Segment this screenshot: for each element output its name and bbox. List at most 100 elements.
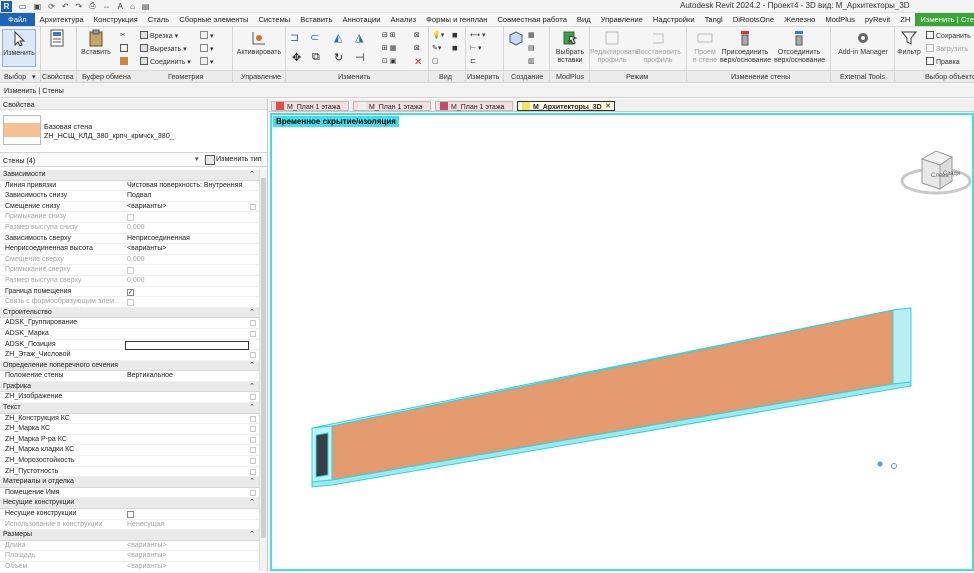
associate-parameter-icon[interactable] xyxy=(250,489,256,496)
activate-button[interactable]: Активировать xyxy=(236,29,282,57)
match-icon-btn[interactable] xyxy=(120,57,130,66)
ribbon-tab[interactable]: Формы и генплан xyxy=(421,13,492,26)
open-icon[interactable]: ▭ xyxy=(19,2,27,11)
array-icon[interactable]: ⊞ ▦ xyxy=(382,44,396,52)
associate-parameter-icon[interactable] xyxy=(250,458,256,465)
dimension-tool[interactable]: ⊢ ▾ xyxy=(470,44,482,52)
properties-button[interactable] xyxy=(42,29,72,49)
view-cube[interactable]: Слева Сзади xyxy=(900,150,972,195)
home-icon[interactable]: ⌂ xyxy=(130,2,135,11)
view-tab[interactable]: М_План 1 этажа xyxy=(353,101,431,111)
copy-element-icon[interactable]: ⧉ xyxy=(312,51,320,64)
property-group-header[interactable]: Строительство ⌃ xyxy=(0,307,259,319)
ribbon-tab[interactable]: Анализ xyxy=(385,13,421,26)
property-checkbox[interactable]: ✓ xyxy=(127,288,134,296)
property-checkbox[interactable] xyxy=(127,511,134,518)
instance-filter[interactable]: Стены (4) ▾ Изменить тип xyxy=(0,153,267,167)
close-icon[interactable]: ✕ xyxy=(605,102,611,112)
view-tab[interactable]: М_План 1 этажа xyxy=(271,101,349,111)
3d-viewport[interactable]: Временное скрытие/изоляция Слева Сзади xyxy=(270,113,974,571)
ribbon-tab[interactable]: Вид xyxy=(572,13,596,26)
ribbon-tab[interactable]: Tangl xyxy=(700,13,728,26)
hide-icon[interactable]: 💡▾ xyxy=(432,31,444,39)
switch-windows-icon[interactable]: ▤ xyxy=(142,2,150,11)
associate-parameter-icon[interactable] xyxy=(250,203,256,210)
ribbon-tab[interactable]: Железно xyxy=(779,13,820,26)
associate-parameter-icon[interactable] xyxy=(250,426,256,433)
ribbon-tab[interactable]: ModPlus xyxy=(820,13,860,26)
properties-scrollbar[interactable] xyxy=(259,170,267,571)
ribbon-tab[interactable]: Системы xyxy=(253,13,295,26)
view-extra-2[interactable]: ◼ xyxy=(452,44,458,52)
create-assembly-button[interactable] xyxy=(506,29,526,49)
edit-type-button[interactable]: Изменить тип xyxy=(205,154,262,165)
reset-profile-button[interactable]: Восстановить профиль xyxy=(636,29,681,65)
associate-parameter-icon[interactable] xyxy=(250,394,256,401)
save-icon[interactable]: ▣ xyxy=(34,2,42,11)
ribbon-tab[interactable]: DiRootsOne xyxy=(728,13,779,26)
move-icon[interactable]: ✥ xyxy=(292,51,301,64)
collapse-icon[interactable]: ⌃ xyxy=(249,361,255,371)
panel-select[interactable]: Выбор xyxy=(4,72,26,81)
collapse-icon[interactable]: ⌃ xyxy=(249,498,255,508)
geometry-extra-3[interactable]: ▾ xyxy=(200,57,214,66)
cut-geometry-tool[interactable]: Вырезать ▾ xyxy=(140,44,187,53)
rotate-icon[interactable]: ↻ xyxy=(334,51,343,64)
ribbon-tab[interactable]: Надстройки xyxy=(648,13,700,26)
revit-logo-icon[interactable]: R xyxy=(1,0,12,12)
cope-button[interactable]: ✂ xyxy=(120,31,130,39)
load-selection-button[interactable]: Загрузить xyxy=(926,44,968,53)
wall-selection[interactable] xyxy=(311,307,912,488)
associate-parameter-icon[interactable] xyxy=(250,352,256,359)
cope-tool[interactable]: Врезка ▾ xyxy=(140,31,178,40)
property-checkbox[interactable] xyxy=(127,214,134,222)
mirror-icon[interactable]: ◭ xyxy=(334,31,342,44)
ribbon-tab[interactable]: Архитектура xyxy=(35,13,89,26)
geometry-extra-2[interactable]: ▾ xyxy=(200,44,214,53)
text-icon[interactable]: A xyxy=(118,2,123,11)
align-icon[interactable]: ⊐ xyxy=(290,31,299,44)
ribbon-tab[interactable]: Вставить xyxy=(295,13,337,26)
view-tab[interactable]: М_Архитекторы_3D ✕ xyxy=(517,101,615,111)
view-tab[interactable]: М_План 1 этажа xyxy=(435,101,513,111)
trim-icon[interactable]: ⊣ xyxy=(355,51,365,64)
associate-parameter-icon[interactable] xyxy=(250,436,256,443)
ribbon-tab[interactable]: Аннотации xyxy=(337,13,385,26)
property-group-header[interactable]: Определение поперечного сечения ⌃ xyxy=(0,360,259,372)
measure-icon[interactable]: ⇔ xyxy=(103,2,111,11)
undo-icon[interactable]: ↶ xyxy=(62,2,69,11)
ribbon-tab[interactable]: Конструкция xyxy=(89,13,143,26)
override-icon[interactable]: ✎▾ xyxy=(432,44,441,52)
edit-selection-button[interactable]: Правка xyxy=(926,57,960,66)
paste-button[interactable]: Вставить xyxy=(80,29,112,57)
redo-icon[interactable]: ↷ xyxy=(76,2,83,11)
offset-icon[interactable]: ⊂ xyxy=(310,31,319,44)
ribbon-tab[interactable]: pyRevit xyxy=(860,13,895,26)
collapse-icon[interactable]: ⌃ xyxy=(249,530,255,540)
ribbon-tab[interactable]: Файл xyxy=(0,13,35,26)
property-group-header[interactable]: Размеры ⌃ xyxy=(0,530,259,541)
select-inserts-button[interactable]: Выбрать вставки xyxy=(553,29,587,65)
type-selector[interactable]: Базовая стена ZH_НСЩ_КЛД_380_крпч_крмчск… xyxy=(0,110,267,153)
select-box-icon[interactable]: ▢ xyxy=(432,57,439,65)
view-extra-1[interactable]: ◼ xyxy=(452,31,458,39)
collapse-icon[interactable]: ⌃ xyxy=(249,170,255,180)
property-value[interactable]: Чистовая поверхность: Внутренняя xyxy=(127,181,251,191)
edit-profile-button[interactable]: Редактировать профиль xyxy=(590,29,638,65)
nav-dot-icon[interactable] xyxy=(891,463,897,469)
sync-icon[interactable]: ⟳ xyxy=(48,2,55,11)
ribbon-tab[interactable]: Сборные элементы xyxy=(174,13,253,26)
property-group-header[interactable]: Несущие конструкции ⌃ xyxy=(0,498,259,509)
wall-opening-button[interactable]: Проем в стене xyxy=(690,29,720,65)
property-value-input[interactable] xyxy=(125,340,249,350)
pin-icon[interactable]: ⊠ xyxy=(414,31,420,39)
nav-dot-icon[interactable] xyxy=(877,461,883,467)
copy-icon-btn[interactable] xyxy=(120,44,130,53)
attach-top-base-button[interactable]: Присоединить верх/основание xyxy=(720,29,771,65)
collapse-icon[interactable]: ⌃ xyxy=(249,477,255,487)
ribbon-tab[interactable]: Управление xyxy=(596,13,648,26)
create-similar-icon[interactable]: ▥ xyxy=(528,57,535,65)
mirror-line-icon[interactable]: ◮ xyxy=(355,31,363,44)
split-icon[interactable]: ⊟ ⊞ xyxy=(382,31,396,39)
property-value[interactable]: Неприсоединенная xyxy=(127,234,251,244)
